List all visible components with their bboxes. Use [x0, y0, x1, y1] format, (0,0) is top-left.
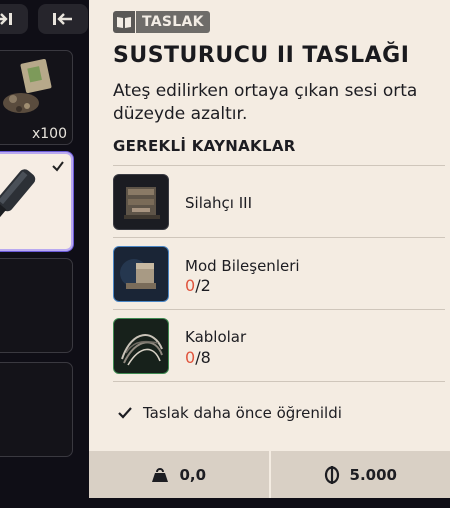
owned-count: 0	[185, 348, 196, 367]
resource-row[interactable]: Kablolar 0/8	[113, 310, 445, 382]
price-value: 5.000	[349, 465, 397, 484]
arrow-right-icon	[0, 13, 12, 25]
cables-icon	[113, 318, 169, 374]
collapse-left-icon	[53, 13, 72, 25]
forward-button[interactable]	[0, 4, 28, 34]
blueprint-badge: TASLAK	[113, 11, 210, 33]
item-title: SUSTURUCU II TASLAĞI	[113, 43, 410, 68]
required-count: /8	[195, 348, 211, 367]
checkmark-icon	[118, 407, 132, 419]
weight-icon	[152, 467, 169, 482]
badge-label: TASLAK	[136, 11, 210, 33]
required-count: /2	[195, 276, 211, 295]
learned-text: Taslak daha önce öğrenildi	[143, 404, 342, 422]
footer-stats: 0,0 5.000	[89, 451, 450, 498]
weight-value: 0,0	[179, 465, 207, 484]
divider	[113, 381, 445, 382]
learned-status: Taslak daha önce öğrenildi	[117, 404, 342, 422]
resource-name: Silahçı III	[185, 194, 253, 212]
resource-name: Kablolar	[185, 328, 247, 346]
resource-name: Mod Bileşenleri	[185, 257, 300, 275]
item-description: Ateş edilirken ortaya çıkan sesi orta dü…	[113, 81, 418, 124]
item-quantity: x100	[31, 126, 67, 142]
inventory-slot-junk[interactable]: x100	[0, 50, 73, 145]
coin-icon	[324, 465, 339, 484]
blueprint-detail-panel: TASLAK SUSTURUCU II TASLAĞI Ateş edilirk…	[89, 0, 450, 498]
workbench-icon	[113, 174, 169, 230]
mod-components-icon	[113, 246, 169, 302]
book-icon	[113, 11, 135, 33]
collapse-button[interactable]	[38, 4, 88, 34]
checkmark-icon	[52, 161, 64, 172]
owned-count: 0	[185, 276, 196, 295]
inventory-slot-empty[interactable]	[0, 258, 73, 353]
resource-row[interactable]: Silahçı III	[113, 166, 445, 238]
inventory-slot-silencer[interactable]	[0, 152, 73, 251]
resource-count: 0/2	[185, 276, 211, 295]
inventory-slot-empty[interactable]	[0, 362, 73, 457]
junk-pile-icon	[3, 58, 52, 113]
resource-count: 0/8	[185, 348, 211, 367]
section-heading: GEREKLİ KAYNAKLAR	[113, 137, 296, 155]
price-stat: 5.000	[271, 451, 450, 498]
resource-row[interactable]: Mod Bileşenleri 0/2	[113, 238, 445, 310]
weight-stat: 0,0	[89, 451, 269, 498]
